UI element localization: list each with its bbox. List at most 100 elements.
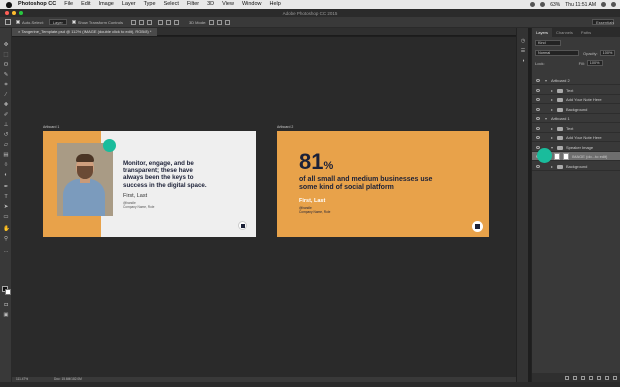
quick-mask-icon[interactable]: ◘ [3,302,9,308]
disclosure-triangle-icon[interactable]: ▾ [545,76,547,85]
delete-layer-icon[interactable] [613,375,617,380]
artboard-2-label[interactable]: Artboard 2 [277,125,293,129]
search-icon[interactable] [601,2,606,7]
path-select-tool-icon[interactable]: ➤ [3,204,9,210]
menu-layer[interactable]: Layer [122,0,136,9]
more-tools-icon[interactable]: … [3,248,9,254]
align-top-icon[interactable] [130,19,136,25]
opacity-field[interactable]: 100% [599,50,616,56]
gradient-tool-icon[interactable]: ▤ [3,152,9,158]
adjustment-layer-icon[interactable] [589,375,593,380]
tab-paths[interactable]: Paths [577,28,595,37]
disclosure-triangle-icon[interactable]: ▸ [551,133,553,142]
auto-select-dropdown[interactable]: Layer [48,19,67,25]
align-right-icon[interactable] [173,19,179,25]
type-tool-icon[interactable]: T [3,194,9,200]
visibility-eye-icon[interactable] [536,136,540,139]
visibility-eye-icon[interactable] [536,126,540,130]
quick-select-tool-icon[interactable]: ✎ [3,72,9,78]
disclosure-triangle-icon[interactable]: ▸ [551,105,553,114]
fill-field[interactable]: 100% [586,60,603,66]
visibility-eye-icon[interactable] [536,79,540,82]
stat-text[interactable]: of all small and medium businesses use s… [299,176,479,192]
tab-channels[interactable]: Channels [552,28,577,37]
history-panel-icon[interactable]: ◷ [520,38,526,44]
layer-row[interactable]: ▸ Text [532,86,620,95]
clock[interactable]: Thu 11:51 AM [565,2,596,8]
marquee-tool-icon[interactable]: ⬚ [3,52,9,58]
lasso-tool-icon[interactable]: ʘ [3,62,9,68]
menu-type[interactable]: Type [144,0,156,9]
clone-stamp-tool-icon[interactable]: ⊥ [3,122,9,128]
layer-thumbnail[interactable] [554,153,560,160]
visibility-eye-icon[interactable] [536,117,540,120]
3d-slide-icon[interactable] [225,19,231,25]
layer-row[interactable]: ▸ Add Your Note Here [532,95,620,104]
disclosure-triangle-icon[interactable]: ▸ [551,95,553,104]
workspace-dropdown[interactable]: Essentials [592,19,614,25]
align-left-icon[interactable] [157,19,163,25]
hand-tool-icon[interactable]: ✋ [3,226,10,232]
menu-file[interactable]: File [64,0,73,9]
apple-icon[interactable] [6,1,12,8]
tab-layers[interactable]: Layers [532,28,553,37]
properties-panel-icon[interactable]: ☰ [520,48,526,54]
screen-mode-icon[interactable]: ▣ [3,312,9,318]
artboard-2[interactable]: 81% of all small and medium businesses u… [277,131,489,237]
visibility-eye-icon[interactable] [536,98,540,101]
eyedropper-tool-icon[interactable]: ⁄ [3,92,9,98]
brush-tool-icon[interactable]: ✐ [3,112,9,118]
disclosure-triangle-icon[interactable]: ▾ [545,114,547,123]
layer-mask-thumbnail[interactable] [563,153,569,160]
align-center-icon[interactable] [165,19,171,25]
quote-text[interactable]: Monitor, engage, and be transparent; the… [123,160,248,189]
layer-row[interactable]: ▸ Background [532,105,620,114]
adjustments-panel-icon[interactable]: ◑ [520,58,526,64]
crop-tool-icon[interactable]: ⌗ [3,82,9,88]
extension-icon[interactable] [530,2,536,7]
menu-edit[interactable]: Edit [81,0,90,9]
speaker-image[interactable] [57,143,113,216]
3d-pan-icon[interactable] [217,19,223,25]
filter-kind-dropdown[interactable]: Kind [535,40,561,46]
layer-row[interactable]: ▾ Artboard 2 [532,76,620,85]
menu-app-name[interactable]: Photoshop CC [18,0,56,9]
dodge-tool-icon[interactable]: ◐ [3,172,9,178]
menu-window[interactable]: Window [242,0,262,9]
menu-help[interactable]: Help [270,0,281,9]
zoom-tool-icon[interactable]: ⚲ [3,236,9,242]
menu-image[interactable]: Image [99,0,114,9]
visibility-eye-icon[interactable] [536,164,540,168]
shape-tool-icon[interactable]: ▭ [3,214,9,220]
stat-number[interactable]: 81% [299,150,333,178]
layer-row[interactable]: ▾ Artboard 1 [532,114,620,123]
menu-select[interactable]: Select [164,0,179,9]
speaker-name[interactable]: First, Last [123,193,147,199]
speaker-name[interactable]: First, Last [299,198,325,204]
menu-view[interactable]: View [222,0,234,9]
menu-list-icon[interactable] [611,2,616,7]
layer-row[interactable]: ▸ Add Your Note Here [532,133,620,142]
layer-row[interactable]: ▸ Text [532,124,620,133]
pen-tool-icon[interactable]: ✒ [3,184,9,190]
align-middle-icon[interactable] [138,19,144,25]
visibility-eye-icon[interactable] [536,145,540,149]
artboard-1-label[interactable]: Artboard 1 [43,125,59,129]
blur-tool-icon[interactable]: ◊ [3,162,9,168]
move-tool-icon[interactable]: ✥ [3,42,9,48]
blend-mode-dropdown[interactable]: Normal [535,50,579,56]
eraser-tool-icon[interactable]: ▱ [3,142,9,148]
canvas-area[interactable]: Artboard 1 Monitor, engage, and be trans… [12,37,527,377]
document-tab[interactable]: × Tangerine_Template.psd @ 112% (IMAGE (… [12,28,158,36]
show-transform-checkbox[interactable]: Show Transform Controls [71,20,123,25]
move-tool-icon[interactable] [5,19,11,25]
3d-rotate-icon[interactable] [209,19,215,25]
layer-style-icon[interactable] [573,375,577,380]
history-brush-tool-icon[interactable]: ↺ [3,132,9,138]
disclosure-triangle-icon[interactable]: ▾ [551,143,553,152]
disclosure-triangle-icon[interactable]: ▸ [551,124,553,133]
menu-filter[interactable]: Filter [187,0,199,9]
speaker-company[interactable]: Company Name, Role [123,205,154,209]
battery-percent[interactable]: 63% [550,2,560,8]
new-group-icon[interactable] [597,375,601,380]
